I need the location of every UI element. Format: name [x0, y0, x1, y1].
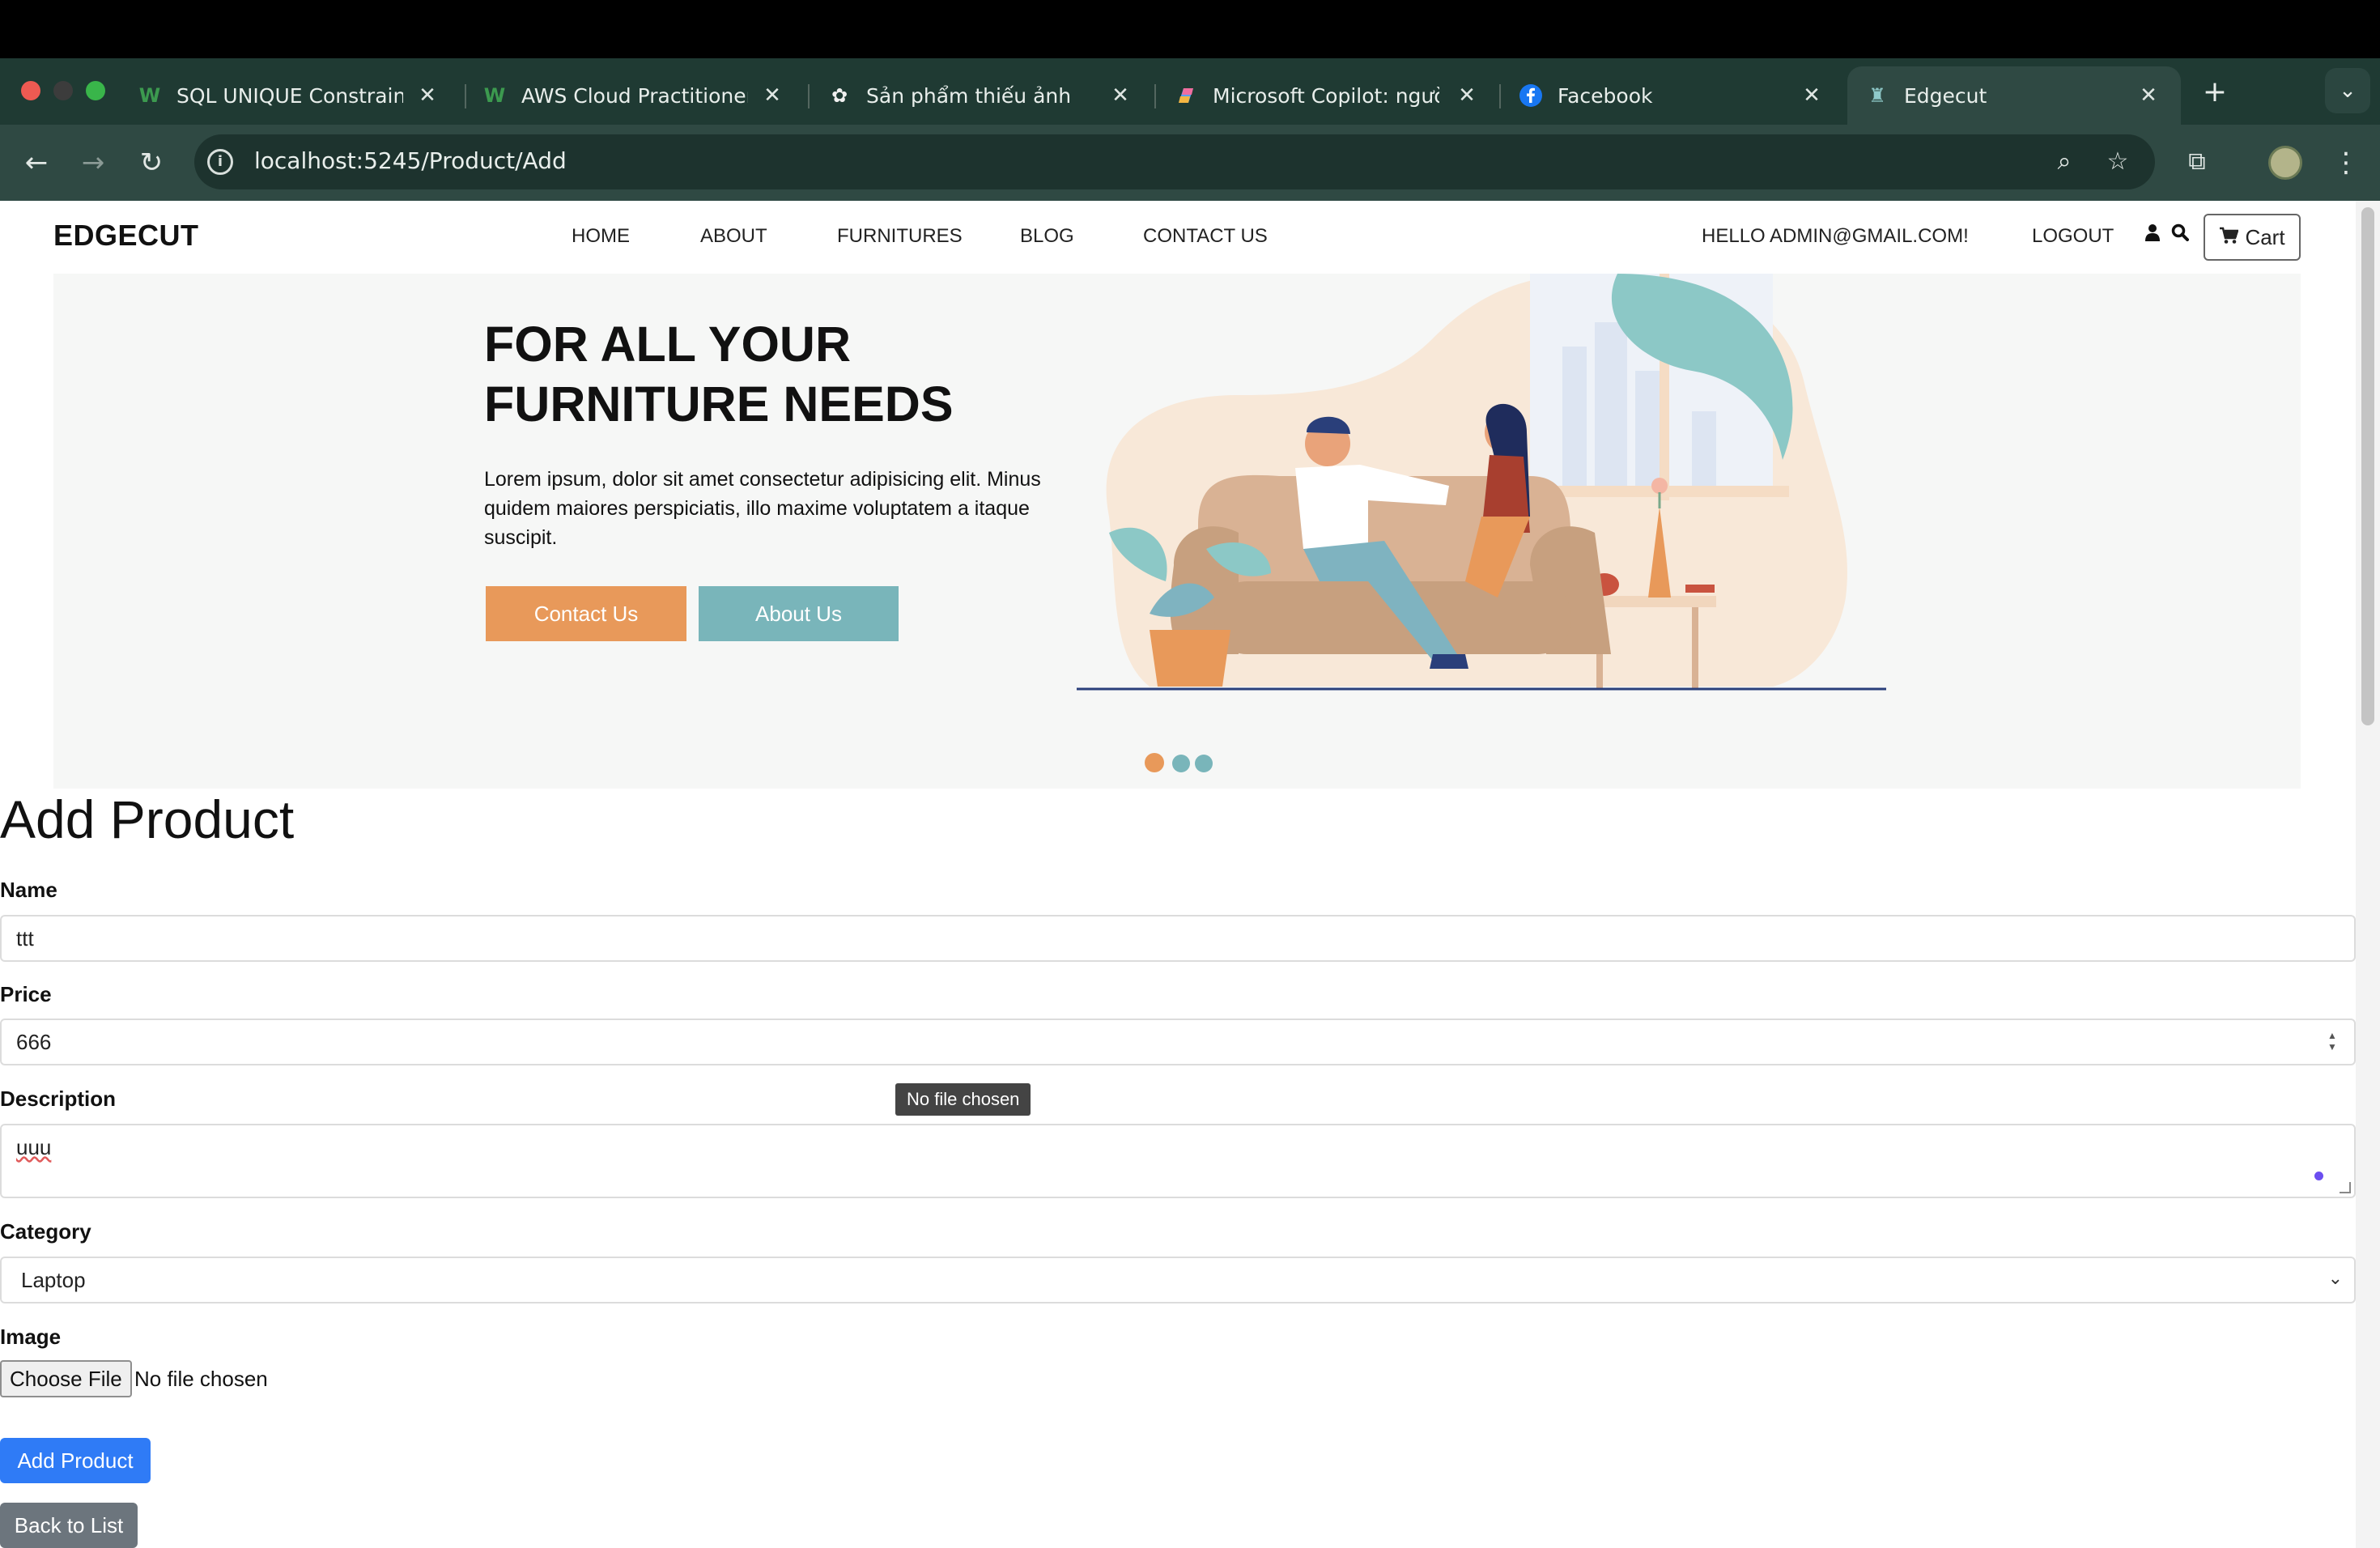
hero-title: FOR ALL YOUR FURNITURE NEEDS: [484, 314, 1051, 434]
hero-illustration: [1077, 274, 1886, 691]
url-text[interactable]: localhost:5245/Product/Add: [254, 147, 567, 174]
extensions-icon[interactable]: ⧉: [2179, 144, 2215, 180]
tab-title: SQL UNIQUE Constraint: [176, 83, 403, 108]
description-value: uuu: [16, 1135, 52, 1159]
new-tab-button[interactable]: +: [2197, 74, 2233, 110]
tab-search-button[interactable]: ⌄: [2325, 68, 2370, 113]
page-title: Add Product: [0, 789, 295, 849]
carousel-dot[interactable]: [1195, 755, 1213, 772]
close-tab-icon[interactable]: ✕: [1106, 81, 1135, 110]
close-tab-icon[interactable]: ✕: [1797, 81, 1826, 110]
browser-tab[interactable]: ✿ Sản phẩm thiếu ảnh ✕: [810, 66, 1153, 125]
description-label: Description: [0, 1087, 117, 1111]
nav-link-contact[interactable]: CONTACT US: [1143, 225, 1268, 248]
price-label: Price: [0, 982, 52, 1006]
contact-us-button[interactable]: Contact Us: [486, 586, 686, 641]
chair-icon: ♜: [1868, 84, 1886, 107]
maximize-window-button[interactable]: [86, 81, 105, 100]
minimize-window-button[interactable]: [53, 81, 73, 100]
nav-link-home[interactable]: HOME: [572, 225, 630, 248]
reload-icon[interactable]: ↻: [131, 142, 172, 183]
price-value: 666: [16, 1029, 52, 1054]
number-spinner-icon[interactable]: ▲ ▼: [2325, 1030, 2340, 1054]
price-field[interactable]: 666 ▲ ▼: [0, 1019, 2356, 1065]
category-label: Category: [0, 1219, 91, 1244]
facebook-icon: [1519, 83, 1543, 108]
browser-tab-active[interactable]: ♜ Edgecut ✕: [1847, 66, 2181, 125]
resize-handle[interactable]: [2340, 1182, 2351, 1193]
site-info-icon[interactable]: i: [207, 149, 233, 175]
carousel-dot[interactable]: [1172, 755, 1190, 772]
back-to-list-button[interactable]: Back to List: [0, 1503, 138, 1548]
scrollbar-thumb[interactable]: [2361, 207, 2374, 725]
cart-button[interactable]: Cart: [2204, 214, 2301, 261]
grammar-check-icon[interactable]: [2314, 1172, 2323, 1180]
copilot-icon: [1174, 83, 1198, 108]
browser-tab[interactable]: W SQL UNIQUE Constraint ✕: [120, 66, 460, 125]
close-tab-icon[interactable]: ✕: [2134, 81, 2163, 110]
nav-link-blog[interactable]: BLOG: [1020, 225, 1074, 248]
search-icon[interactable]: [2171, 223, 2189, 247]
forward-arrow-icon[interactable]: →: [73, 142, 113, 183]
logout-link[interactable]: LOGOUT: [2032, 225, 2114, 248]
hero-description: Lorem ipsum, dolor sit amet consectetur …: [484, 468, 1041, 549]
tab-title: Sản phẩm thiếu ảnh: [866, 83, 1072, 108]
zoom-icon[interactable]: ⌕: [2046, 144, 2082, 180]
hero-title-line: FURNITURE NEEDS: [484, 376, 954, 432]
more-menu-icon[interactable]: ⋮: [2331, 142, 2361, 183]
carousel-dot-active[interactable]: [1145, 753, 1164, 772]
category-select[interactable]: Laptop ⌄: [0, 1257, 2356, 1303]
close-tab-icon[interactable]: ✕: [413, 81, 442, 110]
description-field[interactable]: uuu: [0, 1124, 2356, 1198]
choose-file-button[interactable]: Choose File: [0, 1360, 132, 1397]
browser-tab[interactable]: Facebook ✕: [1501, 66, 1844, 125]
file-tooltip: No file chosen: [895, 1083, 1031, 1116]
tab-title: Facebook: [1558, 83, 1653, 108]
cart-label: Cart: [2245, 224, 2285, 249]
user-greeting: HELLO ADMIN@GMAIL.COM!: [1702, 225, 1969, 247]
menu-bar-area: [0, 0, 2380, 58]
close-tab-icon[interactable]: ✕: [758, 81, 787, 110]
bookmark-star-icon[interactable]: ☆: [2100, 144, 2136, 180]
browser-tab[interactable]: Microsoft Copilot: người i ✕: [1156, 66, 1499, 125]
close-window-button[interactable]: [21, 81, 40, 100]
hero-carousel: FOR ALL YOUR FURNITURE NEEDS Lorem ipsum…: [53, 274, 2301, 789]
user-icon[interactable]: [2145, 223, 2160, 246]
nav-link-about[interactable]: ABOUT: [700, 225, 767, 248]
web-page: EDGECUT HOME ABOUT FURNITURES BLOG CONTA…: [0, 201, 2380, 1548]
w3schools-icon: W: [138, 84, 161, 107]
close-tab-icon[interactable]: ✕: [1452, 81, 1481, 110]
back-arrow-icon[interactable]: ←: [16, 142, 57, 183]
hero-title-line: FOR ALL YOUR: [484, 317, 852, 372]
w3schools-icon: W: [483, 84, 506, 107]
tab-title: Edgecut: [1904, 83, 1987, 108]
name-value: ttt: [16, 925, 34, 950]
tab-title: Microsoft Copilot: người i: [1213, 83, 1439, 108]
about-us-button[interactable]: About Us: [699, 586, 899, 641]
name-field[interactable]: ttt: [0, 915, 2356, 962]
profile-avatar[interactable]: [2268, 146, 2302, 180]
tab-title: AWS Cloud Practitioner C: [521, 83, 748, 108]
site-logo[interactable]: EDGECUT: [53, 219, 199, 253]
chevron-down-icon: ⌄: [2327, 1268, 2343, 1288]
category-value: Laptop: [21, 1267, 86, 1292]
chatgpt-icon: ✿: [831, 84, 848, 107]
nav-link-furnitures[interactable]: FURNITURES: [837, 225, 963, 248]
cart-icon: [2219, 225, 2240, 250]
browser-tab[interactable]: W AWS Cloud Practitioner C ✕: [465, 66, 805, 125]
image-label: Image: [0, 1325, 62, 1349]
name-label: Name: [0, 878, 57, 902]
file-status: No file chosen: [134, 1367, 268, 1391]
add-product-button[interactable]: Add Product: [0, 1438, 151, 1483]
